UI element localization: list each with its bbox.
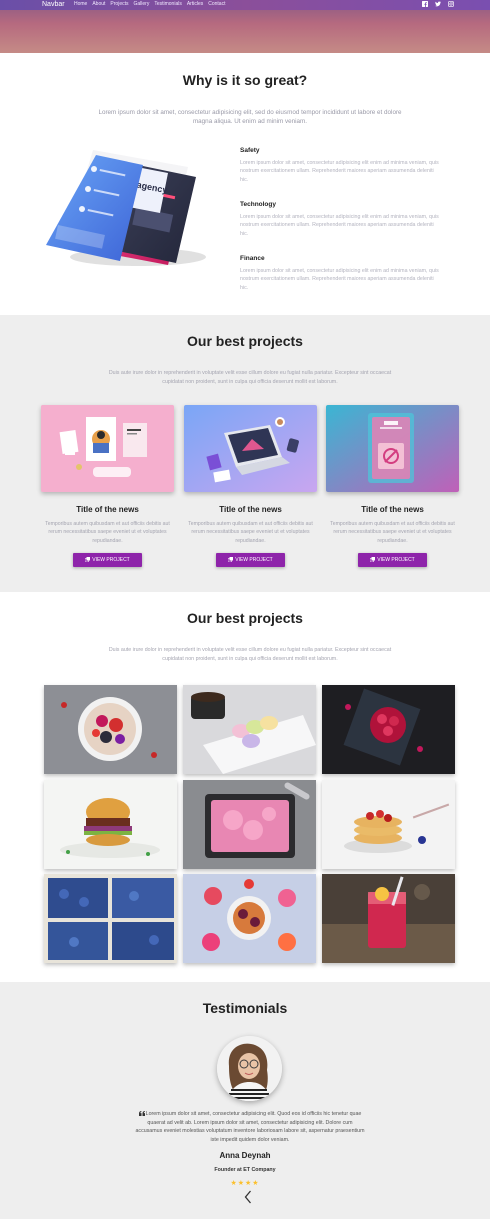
projects-title: Our best projects xyxy=(187,333,303,349)
view-project-label: VIEW PROJECT xyxy=(235,556,273,563)
quote-icon xyxy=(138,1111,145,1117)
gallery-image-pancakes[interactable] xyxy=(322,780,455,869)
features-lead: Lorem ipsum dolor sit amet, consectetur … xyxy=(98,109,402,125)
view-project-button[interactable]: VIEW PROJECT xyxy=(216,552,285,567)
gallery-image-ice-cream[interactable] xyxy=(183,780,316,869)
star-rating: ★★★★ xyxy=(230,1180,260,1187)
gallery-image-fruit-bowl[interactable] xyxy=(183,874,316,963)
nav-link-gallery[interactable]: Gallery xyxy=(133,0,149,8)
feature-finance: Finance Lorem ipsum dolor sit amet, cons… xyxy=(240,255,440,292)
card-text: Temporibus autem quibusdam et aut offici… xyxy=(45,521,170,544)
testimonial-quote: Lorem ipsum dolor sit amet, consectetur … xyxy=(135,1110,365,1144)
carousel-prev-button[interactable] xyxy=(244,1190,252,1204)
feature-title: Finance xyxy=(240,255,265,262)
feature-safety: Safety Lorem ipsum dolor sit amet, conse… xyxy=(240,147,440,184)
gallery-lead: Duis aute irure dolor in reprehenderit i… xyxy=(108,647,392,662)
avatar xyxy=(217,1036,282,1101)
feature-title: Safety xyxy=(240,147,260,154)
features-section: Why is it so great? Lorem ipsum dolor si… xyxy=(0,53,490,315)
features-title: Why is it so great? xyxy=(182,72,308,88)
card-title: Title of the news xyxy=(76,505,139,514)
twitter-icon[interactable] xyxy=(435,1,441,7)
nav-link-projects[interactable]: Projects xyxy=(110,0,128,8)
project-image-package[interactable] xyxy=(326,405,459,492)
card-text: Temporibus autem quibusdam et aut offici… xyxy=(188,521,313,544)
gallery-title: Our best projects xyxy=(187,610,303,626)
testimonial-role: Founder at ET Company xyxy=(214,1167,276,1173)
view-project-label: VIEW PROJECT xyxy=(92,556,130,563)
card-title: Title of the news xyxy=(361,505,424,514)
feature-title: Technology xyxy=(240,201,276,208)
nav-links: Home About Projects Gallery Testimonials… xyxy=(74,0,225,8)
feature-technology: Technology Lorem ipsum dolor sit amet, c… xyxy=(240,201,440,238)
quote-text: Lorem ipsum dolor sit amet, consectetur … xyxy=(135,1111,365,1143)
testimonial-name: Anna Deynah xyxy=(219,1151,271,1160)
feature-text: Lorem ipsum dolor sit amet, consectetur … xyxy=(240,214,439,237)
projects-lead: Duis aute irure dolor in reprehenderit i… xyxy=(108,370,392,385)
facebook-icon[interactable] xyxy=(422,1,428,7)
nav-link-articles[interactable]: Articles xyxy=(187,0,203,8)
nav-link-about[interactable]: About xyxy=(92,0,105,8)
copy-icon xyxy=(370,557,376,563)
gallery-image-blueberries[interactable] xyxy=(44,874,177,963)
gallery-section: Our best projects Duis aute irure dolor … xyxy=(0,592,490,982)
app-screens-illustration: ve agency xyxy=(38,145,218,275)
view-project-button[interactable]: VIEW PROJECT xyxy=(358,552,427,567)
feature-text: Lorem ipsum dolor sit amet, consectetur … xyxy=(240,268,439,291)
gallery-image-cocktail[interactable] xyxy=(322,874,455,963)
card-text: Temporibus autem quibusdam et aut offici… xyxy=(330,521,455,544)
projects-section: Our best projects Duis aute irure dolor … xyxy=(0,315,490,592)
navbar-brand[interactable]: Navbar xyxy=(42,0,65,9)
gallery-image-burger[interactable] xyxy=(44,780,177,869)
nav-link-testimonials[interactable]: Testimonials xyxy=(154,0,182,8)
gallery-image-raspberry-dessert[interactable] xyxy=(322,685,455,774)
testimonials-section: Testimonials Lorem ipsum dolor sit amet,… xyxy=(0,982,490,1219)
instagram-icon[interactable] xyxy=(448,1,454,7)
nav-link-contact[interactable]: Contact xyxy=(208,0,225,8)
project-card: Title of the news Temporibus autem quibu… xyxy=(184,405,317,567)
card-title: Title of the news xyxy=(219,505,282,514)
view-project-label: VIEW PROJECT xyxy=(377,556,415,563)
social-links xyxy=(422,1,454,7)
copy-icon xyxy=(85,557,91,563)
gallery-image-macarons[interactable] xyxy=(183,685,316,774)
gallery-image-berry-bowl[interactable] xyxy=(44,685,177,774)
view-project-button[interactable]: VIEW PROJECT xyxy=(73,552,142,567)
navbar: Navbar Home About Projects Gallery Testi… xyxy=(0,0,490,10)
project-card: Title of the news Temporibus autem quibu… xyxy=(41,405,174,567)
testimonials-title: Testimonials xyxy=(202,1000,288,1016)
project-image-laptop[interactable] xyxy=(184,405,317,492)
copy-icon xyxy=(228,557,234,563)
chevron-left-icon xyxy=(244,1190,251,1204)
feature-text: Lorem ipsum dolor sit amet, consectetur … xyxy=(240,160,439,183)
nav-link-home[interactable]: Home xyxy=(74,0,87,8)
project-image-stationery[interactable] xyxy=(41,405,174,492)
project-card: Title of the news Temporibus autem quibu… xyxy=(326,405,459,567)
